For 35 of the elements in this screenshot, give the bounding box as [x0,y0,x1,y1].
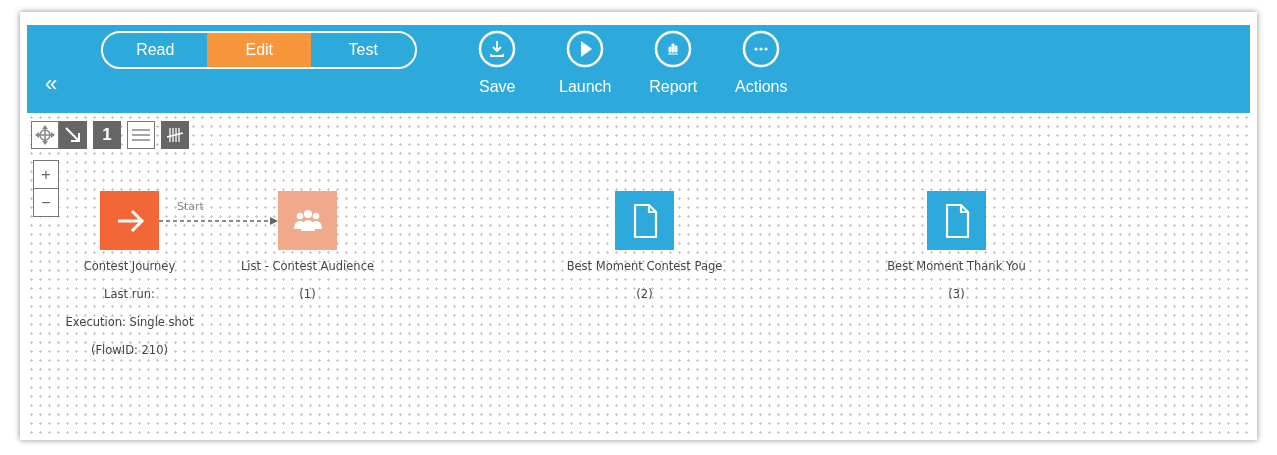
node-detail: (1) [299,286,316,303]
actions-button[interactable]: Actions [729,30,794,113]
node-detail: (2) [636,286,653,303]
zoom-in-button[interactable]: + [33,160,59,189]
play-icon [566,30,605,68]
page-node[interactable] [615,191,674,250]
mode-tab[interactable]: Edit [207,33,312,67]
node-detail: Execution: Single shot [65,314,194,331]
list-node[interactable] [278,191,337,250]
move-icon [34,124,56,146]
move-tool[interactable] [31,121,59,149]
mode-tab[interactable]: Test [311,33,416,67]
bar-chart-icon [654,30,693,68]
node-title: Contest Journey [83,258,176,275]
node-detail: (FlowID: 210) [91,342,168,359]
tally-tool[interactable] [161,121,189,149]
node-detail: (3) [948,286,965,303]
more-icon [742,30,781,68]
download-icon [478,30,517,68]
node-title: List - Contest Audience [240,258,375,275]
collapse-button[interactable]: « [45,71,58,97]
node-title: Best Moment Thank You [887,258,1026,275]
connect-tool[interactable] [59,121,87,149]
zoom-out-button[interactable]: − [33,188,59,217]
page-node[interactable] [927,191,986,250]
save-button[interactable]: Save [465,30,530,113]
number-tool[interactable]: 1 [93,121,121,149]
launch-button[interactable]: Launch [553,30,618,113]
lines-tool[interactable] [127,121,155,149]
connector-label: Start [177,200,204,213]
node-title: Best Moment Contest Page [566,258,723,275]
mode-tab[interactable]: Read [103,33,208,67]
report-button[interactable]: Report [641,30,706,113]
node-detail: Last run: [104,286,155,303]
start-node[interactable] [100,191,159,250]
